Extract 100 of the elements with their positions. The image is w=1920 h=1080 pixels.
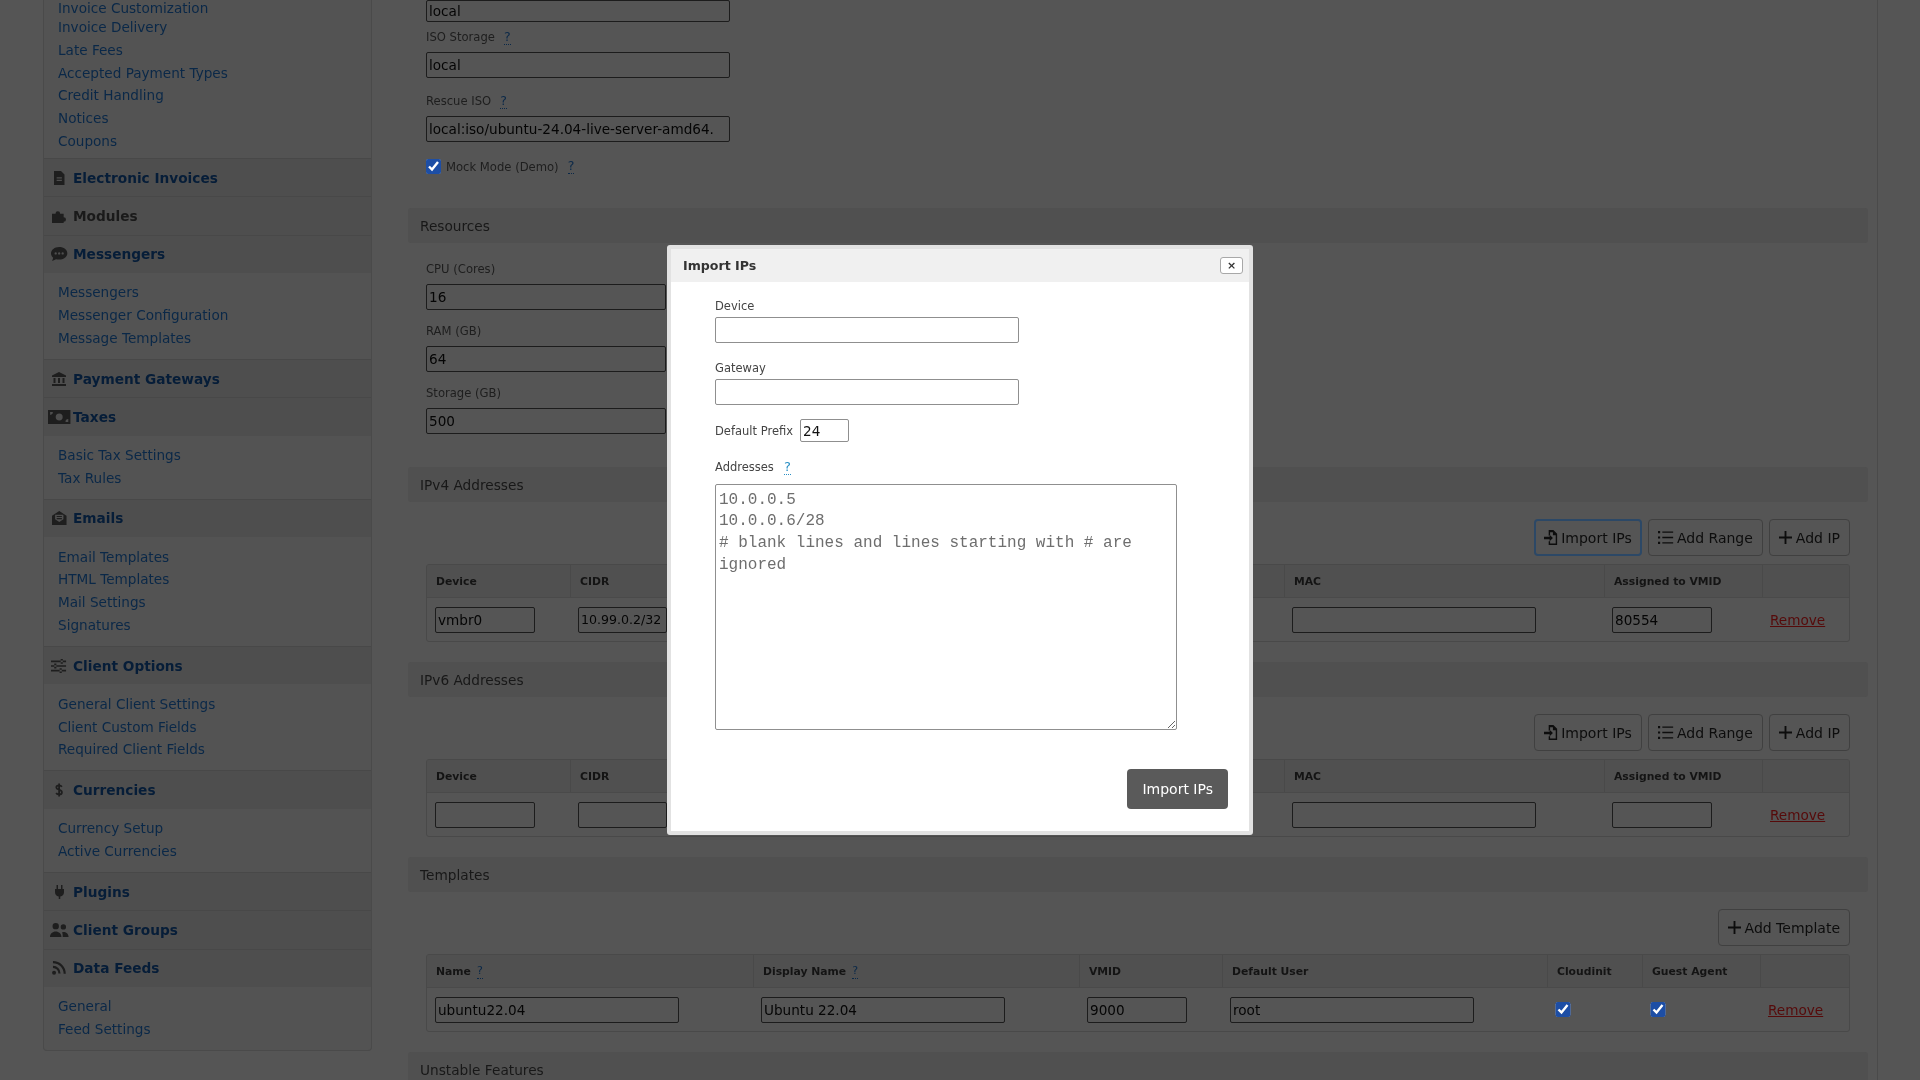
sidebar-category[interactable]: Client Groups: [44, 910, 371, 949]
sidebar-link[interactable]: Invoice Delivery: [58, 16, 168, 39]
column-header: Guest Agent: [1652, 964, 1728, 978]
column-header: Cloudinit: [1557, 964, 1612, 978]
section-header: Templates: [408, 857, 1868, 892]
column-header: CIDR: [580, 574, 610, 588]
help-link[interactable]: ?: [852, 963, 858, 979]
sidebar-category[interactable]: Taxes: [44, 397, 371, 436]
text-input[interactable]: 500: [426, 408, 666, 434]
sidebar-link[interactable]: Active Currencies: [58, 839, 177, 863]
file-import-icon: [1544, 530, 1558, 545]
list-icon: [1657, 531, 1673, 544]
dialog-title: Import IPs: [683, 258, 757, 273]
column-header: Assigned to VMID: [1614, 769, 1722, 783]
close-button[interactable]: ×: [1220, 257, 1243, 274]
sidebar-category[interactable]: Payment Gateways: [44, 358, 371, 398]
text-input[interactable]: [1292, 606, 1536, 633]
text-input[interactable]: 10.99.0.2/32: [578, 606, 667, 633]
column-header: CIDR: [580, 769, 610, 783]
sidebar-link[interactable]: Credit Handling: [58, 84, 164, 108]
sidebar-link[interactable]: Messenger Configuration: [58, 304, 229, 327]
help-link[interactable]: ?: [476, 963, 483, 979]
sidebar-link[interactable]: Late Fees: [58, 38, 123, 62]
column-header: Name: [436, 964, 471, 978]
sidebar-link[interactable]: General Client Settings: [58, 692, 216, 716]
sidebar-link[interactable]: Message Templates: [58, 326, 191, 350]
text-input[interactable]: [435, 801, 535, 828]
help-link[interactable]: ?: [503, 29, 511, 45]
text-input[interactable]: [1292, 801, 1536, 828]
toolbar-button[interactable]: Add Range: [1647, 519, 1763, 556]
help-link[interactable]: ?: [567, 159, 575, 174]
sidebar-category[interactable]: Plugins: [44, 871, 371, 911]
text-input[interactable]: ubuntu22.04: [435, 996, 679, 1023]
column-header: Assigned to VMID: [1614, 574, 1722, 588]
sidebar-link[interactable]: Messengers: [58, 281, 139, 305]
toolbar-button[interactable]: Add Range: [1647, 714, 1763, 751]
toolbar-button[interactable]: Add IP: [1768, 519, 1850, 556]
sidebar-link[interactable]: Required Client Fields: [58, 738, 205, 762]
text-input[interactable]: Ubuntu 22.04: [761, 996, 1005, 1023]
text-input[interactable]: [578, 801, 667, 828]
checkbox[interactable]: [1555, 1001, 1571, 1018]
sidebar-link[interactable]: Client Custom Fields: [58, 715, 197, 739]
submit-button[interactable]: Import IPs: [1127, 769, 1228, 809]
bank-icon: [52, 371, 66, 386]
file-import-icon: [1544, 725, 1558, 740]
sidebar-category[interactable]: Messengers: [44, 234, 371, 273]
toolbar-button[interactable]: Add Template: [1717, 909, 1850, 946]
sidebar-category[interactable]: Client Options: [44, 646, 371, 685]
help-link[interactable]: ?: [500, 93, 507, 109]
sidebar-link[interactable]: Currency Setup: [58, 817, 164, 840]
text-input[interactable]: 80554: [1612, 606, 1712, 633]
toolbar-button[interactable]: Add IP: [1768, 714, 1850, 751]
text-input[interactable]: [715, 317, 1019, 343]
remove-link[interactable]: Remove: [1768, 1001, 1824, 1018]
field-label: Default Prefix: [715, 422, 793, 440]
envelope-icon: [51, 511, 67, 526]
text-input[interactable]: 16: [426, 284, 666, 310]
banknote-icon: [47, 409, 71, 424]
sidebar-link[interactable]: Accepted Payment Types: [58, 61, 228, 85]
sidebar-category[interactable]: Data Feeds: [44, 948, 371, 987]
text-input[interactable]: 24: [800, 419, 849, 442]
sidebar-link[interactable]: Feed Settings: [58, 1018, 151, 1041]
sidebar-category[interactable]: Electronic Invoices: [44, 157, 371, 197]
section-header: Unstable Features: [408, 1052, 1868, 1080]
column-header: MAC: [1294, 574, 1322, 588]
document-icon: [53, 170, 65, 185]
text-input[interactable]: vmbr0: [435, 606, 535, 633]
sidebar-link[interactable]: Tax Rules: [58, 466, 122, 490]
toolbar-button[interactable]: Import IPs: [1534, 519, 1642, 556]
text-input[interactable]: local: [426, 0, 730, 22]
toolbar-button[interactable]: Import IPs: [1534, 714, 1642, 751]
sidebar-category[interactable]: Emails: [44, 498, 371, 538]
sidebar-link[interactable]: General: [58, 995, 112, 1019]
sidebar-link[interactable]: HTML Templates: [58, 568, 170, 592]
sidebar-link[interactable]: Signatures: [58, 614, 131, 637]
checkbox[interactable]: [1650, 1001, 1666, 1018]
plus-icon: [1727, 921, 1741, 934]
text-input[interactable]: [1612, 801, 1712, 828]
text-input[interactable]: local:iso/ubuntu-24.04-live-server-amd64.: [426, 116, 730, 142]
text-input[interactable]: local: [426, 52, 730, 78]
sidebar-link[interactable]: Notices: [58, 107, 109, 130]
column-header: VMID: [1089, 964, 1122, 978]
help-link[interactable]: ?: [783, 459, 791, 475]
text-input[interactable]: 9000: [1087, 996, 1187, 1023]
text-input[interactable]: root: [1230, 996, 1474, 1023]
column-header: MAC: [1294, 769, 1322, 783]
text-input[interactable]: [715, 379, 1019, 405]
text-area[interactable]: 10.0.0.5 10.0.0.6/28 # blank lines and lines starting with # are ignored: [715, 484, 1177, 730]
sidebar-link[interactable]: Invoice Customization: [58, 0, 209, 16]
remove-link[interactable]: Remove: [1770, 611, 1826, 628]
sidebar-link[interactable]: Email Templates: [58, 545, 170, 569]
sidebar-category[interactable]: Currencies: [44, 770, 371, 809]
plus-icon: [1778, 726, 1792, 739]
plug-icon: [54, 884, 64, 899]
checkbox[interactable]: [426, 159, 441, 174]
sidebar-link[interactable]: Mail Settings: [58, 591, 146, 614]
text-input[interactable]: 64: [426, 346, 666, 372]
remove-link[interactable]: Remove: [1770, 806, 1826, 823]
sidebar-link[interactable]: Basic Tax Settings: [58, 444, 181, 467]
sidebar-link[interactable]: Coupons: [58, 130, 118, 153]
